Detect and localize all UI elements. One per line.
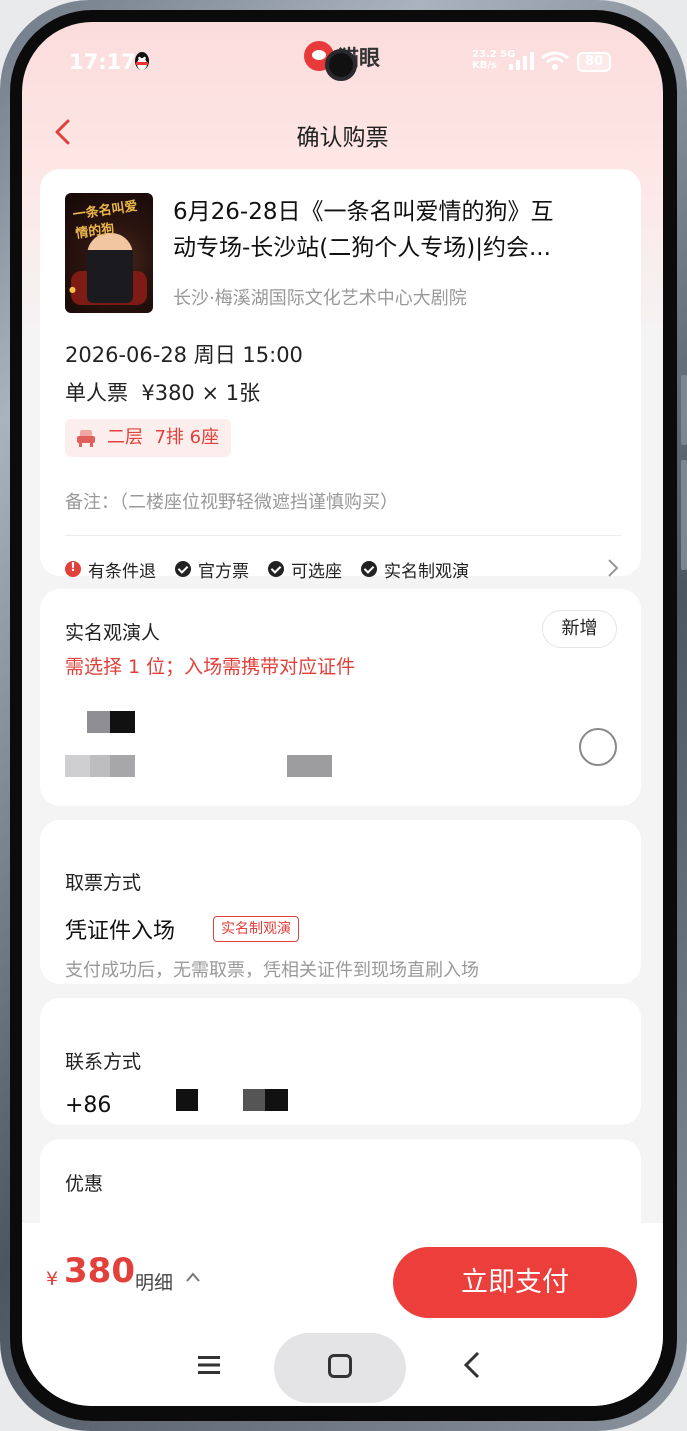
viewer-hint: 需选择 1 位；入场需携带对应证件 [65, 656, 356, 678]
ticket-price-qty: 单人票 ¥380 × 1张 [65, 381, 261, 405]
check-icon [175, 561, 191, 577]
home-icon[interactable] [328, 1354, 352, 1378]
show-venue: 长沙·梅溪湖国际文化艺术中心大剧院 [173, 288, 467, 309]
tag-label: 实名制观演 [384, 561, 469, 582]
check-icon [361, 561, 377, 577]
system-nav-bar [22, 1329, 663, 1403]
phone-redacted-2 [243, 1089, 288, 1111]
front-camera [325, 49, 357, 81]
divider [65, 535, 621, 536]
price-detail-link[interactable]: 明细 [135, 1268, 173, 1295]
poster-logo-icon: ● [69, 285, 76, 294]
total-price: 380 [64, 1251, 135, 1291]
volume-up-button [681, 375, 687, 445]
tag-label: 可选座 [291, 561, 342, 582]
status-bar: 17:17 猫眼 23.2 5G KB/s 80 [22, 22, 663, 102]
chevron-up-icon[interactable] [186, 1272, 200, 1282]
tag-label: 有条件退 [88, 561, 156, 582]
viewer-title: 实名观演人 [65, 622, 161, 644]
show-note: 备注：（二楼座位视野轻微遮挡谨慎购买） [65, 492, 398, 513]
discount-title: 优惠 [65, 1173, 104, 1195]
tag-seat-select: 可选座 [268, 557, 342, 582]
net-speed-value: 23.2 [472, 49, 497, 60]
pickup-card: 取票方式 凭证件入场 实名制观演 支付成功后，无需取票，凭相关证件到现场直刷入场 [40, 820, 641, 984]
screen: 17:17 猫眼 23.2 5G KB/s 80 确认购票 一条名叫爱情的狗 ●… [22, 22, 663, 1406]
chevron-right-icon[interactable] [607, 558, 619, 578]
add-viewer-button[interactable]: 新增 [542, 610, 617, 648]
price-currency: ¥ [46, 1268, 59, 1290]
viewer-select-radio[interactable] [579, 728, 617, 766]
tag-official: 官方票 [175, 557, 249, 582]
poster-title: 一条名叫爱情的狗 [71, 199, 139, 242]
seat-icon [77, 430, 95, 447]
page-title: 确认购票 [296, 125, 389, 151]
checkout-bar: ¥ 380 明细 立即支付 [22, 1223, 663, 1406]
signal-icon [509, 52, 534, 70]
show-title-line1: 6月26-28日《一条名叫爱情的狗》互 [173, 199, 554, 225]
contact-title: 联系方式 [65, 1051, 142, 1073]
show-poster[interactable]: 一条名叫爱情的狗 ● [65, 193, 153, 313]
phone-redacted [176, 1089, 198, 1111]
pickup-title: 取票方式 [65, 872, 142, 894]
contact-card: 联系方式 +86 [40, 998, 641, 1125]
viewer-id-redacted [65, 755, 135, 777]
show-title: 6月26-28日《一条名叫爱情的狗》互 动专场-长沙站(二狗个人专场)|约会..… [173, 194, 618, 266]
viewer-name-redacted [65, 711, 135, 733]
pickup-desc: 支付成功后，无需取票，凭相关证件到现场直刷入场 [65, 960, 479, 981]
net-speed-unit: KB/s [472, 60, 497, 71]
tag-realname: 实名制观演 [361, 557, 469, 582]
poster-figure [87, 233, 133, 303]
wifi-icon [541, 51, 569, 70]
tag-refund: 有条件退 [65, 557, 156, 582]
battery-indicator: 80 [577, 52, 611, 72]
status-time: 17:17 [69, 50, 136, 74]
show-info-card: 一条名叫爱情的狗 ● 6月26-28日《一条名叫爱情的狗》互 动专场-长沙站(二… [40, 169, 641, 582]
viewer-card: 实名观演人 新增 需选择 1 位；入场需携带对应证件 [40, 589, 641, 806]
check-icon [268, 561, 284, 577]
seat-label: 二层 7排 6座 [107, 427, 220, 448]
pickup-type: 凭证件入场 [65, 919, 176, 944]
warning-icon [65, 560, 81, 577]
seat-badge: 二层 7排 6座 [65, 419, 232, 457]
tag-label: 官方票 [198, 561, 249, 582]
nav-back-icon[interactable] [462, 1351, 482, 1379]
phone-prefix: +86 [65, 1093, 112, 1118]
viewer-id-redacted-2 [287, 755, 332, 777]
service-tags[interactable]: 有条件退 官方票 可选座 实名制观演 [65, 557, 488, 582]
realname-tag: 实名制观演 [213, 916, 299, 942]
show-title-line2: 动专场-长沙站(二狗个人专场)|约会... [173, 235, 551, 261]
pay-now-button[interactable]: 立即支付 [393, 1247, 637, 1318]
volume-down-button [681, 460, 687, 570]
menu-icon[interactable] [198, 1356, 220, 1374]
show-datetime: 2026-06-28 周日 15:00 [65, 343, 303, 367]
contact-phone[interactable]: +86 [65, 1093, 111, 1118]
qq-icon [135, 52, 149, 70]
